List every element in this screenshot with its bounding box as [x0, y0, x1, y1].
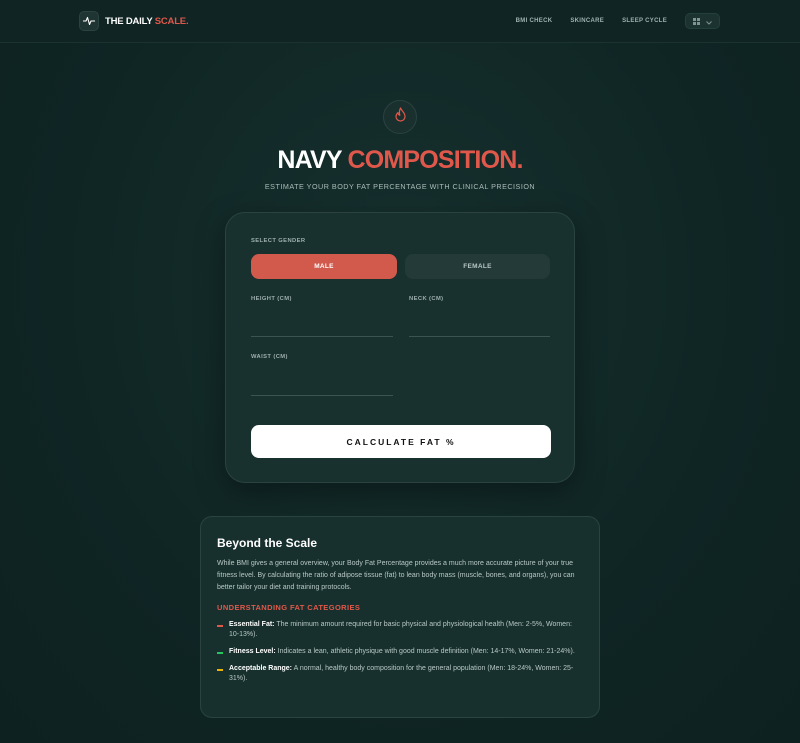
info-card: Beyond the Scale While BMI gives a gener… [200, 516, 600, 718]
heartbeat-icon [79, 11, 99, 31]
apps-menu-button[interactable] [685, 13, 720, 29]
red-dash-icon [217, 625, 223, 627]
height-input[interactable] [251, 319, 393, 337]
category-item-acceptable: Acceptable Range: A normal, healthy body… [217, 664, 583, 684]
chevron-down-icon [706, 12, 712, 30]
category-item-fitness: Fitness Level: Indicates a lean, athleti… [217, 647, 583, 657]
grid-icon [693, 12, 700, 30]
categories-heading: UNDERSTANDING FAT CATEGORIES [217, 603, 361, 612]
nav-link-bmi-check[interactable]: BMI CHECK [516, 18, 553, 24]
gender-label: SELECT GENDER [251, 238, 306, 244]
nav-link-sleep-cycle[interactable]: SLEEP CYCLE [622, 18, 667, 24]
yellow-dash-icon [217, 669, 223, 671]
waist-label: WAIST (CM) [251, 354, 288, 360]
nav-link-skincare[interactable]: SKINCARE [570, 18, 604, 24]
green-dash-icon [217, 652, 223, 654]
flame-icon [394, 107, 407, 127]
height-label: HEIGHT (CM) [251, 296, 292, 302]
top-nav: THE DAILY SCALE. BMI CHECK SKINCARE SLEE… [0, 0, 800, 43]
brand-name: THE DAILY SCALE. [105, 15, 189, 27]
category-item-essential: Essential Fat: The minimum amount requir… [217, 620, 583, 640]
male-button[interactable]: MALE [251, 254, 397, 279]
info-title: Beyond the Scale [217, 536, 318, 550]
neck-label: NECK (CM) [409, 296, 444, 302]
info-body: While BMI gives a general overview, your… [217, 560, 575, 591]
page-title: NAVY COMPOSITION. [277, 146, 523, 174]
brand-logo[interactable]: THE DAILY SCALE. [79, 11, 189, 31]
waist-input[interactable] [251, 378, 393, 396]
page-subtitle: ESTIMATE YOUR BODY FAT PERCENTAGE WITH C… [264, 182, 536, 191]
calculator-card: SELECT GENDER MALE FEMALE HEIGHT (CM) NE… [225, 212, 575, 483]
hero-icon-badge [383, 100, 417, 134]
female-button[interactable]: FEMALE [405, 254, 550, 279]
neck-input[interactable] [409, 319, 550, 337]
calculate-button[interactable]: CALCULATE FAT % [251, 425, 551, 458]
